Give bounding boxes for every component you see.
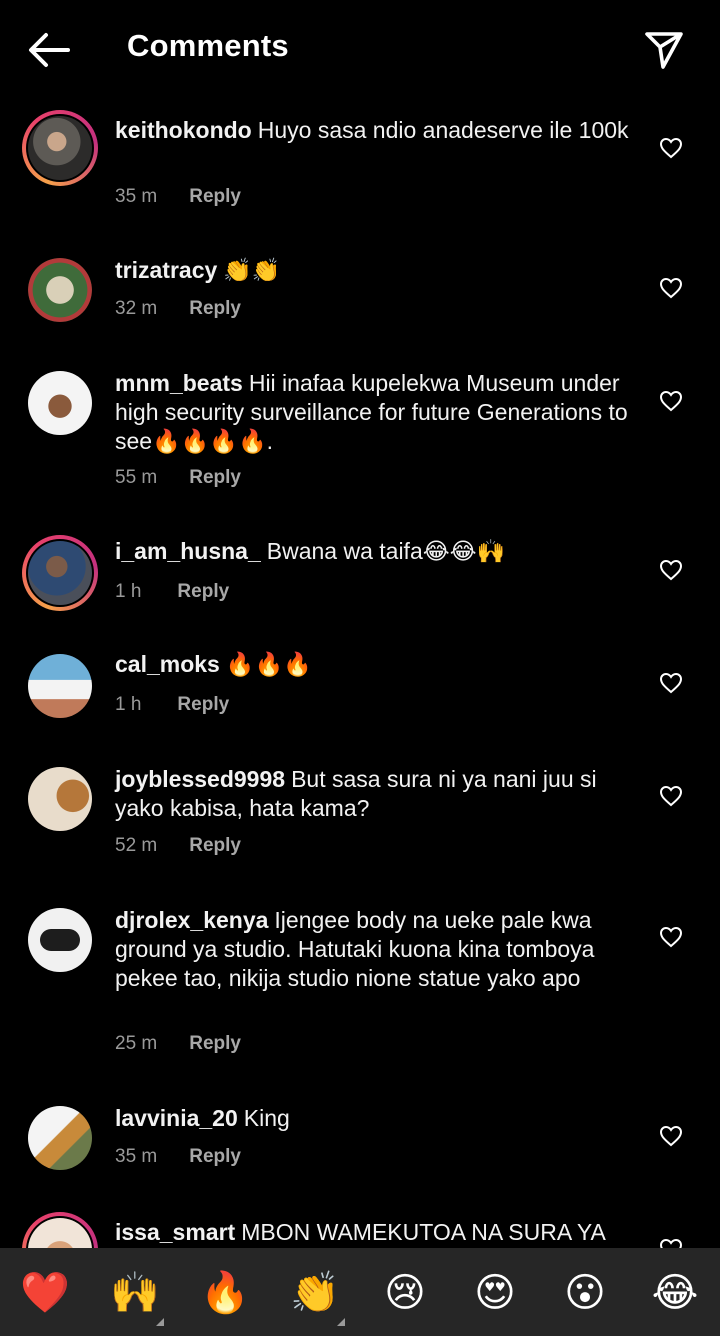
comment-text: joyblessed9998 But sasa sura ni ya nani j… (115, 765, 635, 823)
username[interactable]: i_am_husna_ (115, 538, 261, 564)
like-heart-icon[interactable] (659, 277, 683, 299)
back-arrow-icon[interactable] (26, 30, 72, 70)
comment-meta: 1 h Reply (115, 694, 229, 716)
avatar[interactable] (22, 365, 98, 441)
comment-meta: 35 m Reply (115, 1146, 241, 1168)
surprised-face-reaction-icon[interactable]: 😮 (560, 1268, 610, 1318)
quick-reaction-bar: ❤️ 🙌 🔥 👏 😢 😍 😮 😂 (0, 1248, 720, 1336)
avatar[interactable] (22, 648, 98, 724)
timestamp: 55 m (115, 467, 158, 488)
username[interactable]: mnm_beats (115, 370, 243, 396)
reply-button[interactable]: Reply (189, 298, 241, 319)
page-title: Comments (127, 28, 289, 63)
username[interactable]: trizatracy (115, 257, 217, 283)
comment-meta: 35 m Reply (115, 186, 241, 208)
username[interactable]: issa_smart (115, 1219, 235, 1245)
like-heart-icon[interactable] (659, 926, 683, 948)
username[interactable]: joyblessed9998 (115, 766, 285, 792)
avatar[interactable] (22, 761, 98, 837)
tears-of-joy-reaction-icon[interactable]: 😂 (650, 1268, 700, 1318)
crying-face-reaction-icon[interactable]: 😢 (380, 1268, 430, 1318)
comment-meta: 55 m Reply (115, 467, 241, 489)
header: Comments (0, 0, 720, 100)
skin-tone-indicator (337, 1318, 345, 1326)
reply-button[interactable]: Reply (177, 581, 229, 602)
reply-button[interactable]: Reply (189, 1146, 241, 1167)
comment-meta: 25 m Reply (115, 1033, 241, 1055)
timestamp: 32 m (115, 298, 158, 319)
like-heart-icon[interactable] (659, 1125, 683, 1147)
like-heart-icon[interactable] (659, 1238, 683, 1248)
comment-text: issa_smart MBON WAMEKUTOA NA SURA YA (115, 1218, 635, 1247)
comment-body: King (243, 1105, 290, 1131)
clapping-hands-reaction-icon[interactable]: 👏 (290, 1268, 340, 1318)
avatar[interactable] (22, 1212, 98, 1248)
like-heart-icon[interactable] (659, 390, 683, 412)
username[interactable]: djrolex_kenya (115, 907, 268, 933)
comment-body: MBON WAMEKUTOA NA SURA YA (241, 1219, 606, 1245)
reply-button[interactable]: Reply (189, 835, 241, 856)
username[interactable]: cal_moks (115, 651, 220, 677)
timestamp: 52 m (115, 835, 158, 856)
comment-text: keithokondo Huyo sasa ndio anadeserve ile… (115, 116, 635, 145)
username[interactable]: lavvinia_20 (115, 1105, 238, 1131)
comment-list[interactable]: keithokondo Huyo sasa ndio anadeserve ile… (0, 100, 720, 1248)
comment-text: djrolex_kenya Ijengee body na ueke pale k… (115, 906, 635, 993)
send-icon[interactable] (643, 29, 685, 71)
reply-button[interactable]: Reply (177, 694, 229, 715)
comment-body: 🔥🔥🔥 (225, 651, 312, 677)
avatar[interactable] (22, 110, 98, 186)
reply-button[interactable]: Reply (189, 467, 241, 488)
like-heart-icon[interactable] (659, 672, 683, 694)
reply-button[interactable]: Reply (189, 186, 241, 207)
comment-body: Huyo sasa ndio anadeserve ile 100k (257, 117, 629, 143)
comment-text: mnm_beats Hii inafaa kupelekwa Museum und… (115, 369, 635, 456)
timestamp: 35 m (115, 186, 158, 207)
reply-button[interactable]: Reply (189, 1033, 241, 1054)
comment-text: trizatracy 👏👏 (115, 256, 635, 285)
username[interactable]: keithokondo (115, 117, 252, 143)
comment-meta: 32 m Reply (115, 298, 241, 320)
raising-hands-reaction-icon[interactable]: 🙌 (110, 1268, 160, 1318)
timestamp: 25 m (115, 1033, 158, 1054)
comment-body: 👏👏 (223, 257, 281, 283)
skin-tone-indicator (156, 1318, 164, 1326)
comment-body: Bwana wa taifa😂😂🙌 (266, 538, 506, 564)
timestamp: 1 h (115, 694, 142, 715)
heart-reaction-icon[interactable]: ❤️ (20, 1268, 70, 1318)
heart-eyes-reaction-icon[interactable]: 😍 (470, 1268, 520, 1318)
fire-reaction-icon[interactable]: 🔥 (200, 1268, 250, 1318)
like-heart-icon[interactable] (659, 785, 683, 807)
like-heart-icon[interactable] (659, 137, 683, 159)
avatar[interactable] (22, 252, 98, 328)
comment-meta: 52 m Reply (115, 835, 241, 857)
comment-text: i_am_husna_ Bwana wa taifa😂😂🙌 (115, 537, 635, 566)
timestamp: 35 m (115, 1146, 158, 1167)
comment-meta: 1 h Reply (115, 581, 229, 603)
timestamp: 1 h (115, 581, 142, 602)
like-heart-icon[interactable] (659, 559, 683, 581)
avatar[interactable] (22, 902, 98, 978)
comment-text: lavvinia_20 King (115, 1104, 635, 1133)
avatar[interactable] (22, 1100, 98, 1176)
comment-text: cal_moks 🔥🔥🔥 (115, 650, 635, 679)
avatar[interactable] (22, 535, 98, 611)
